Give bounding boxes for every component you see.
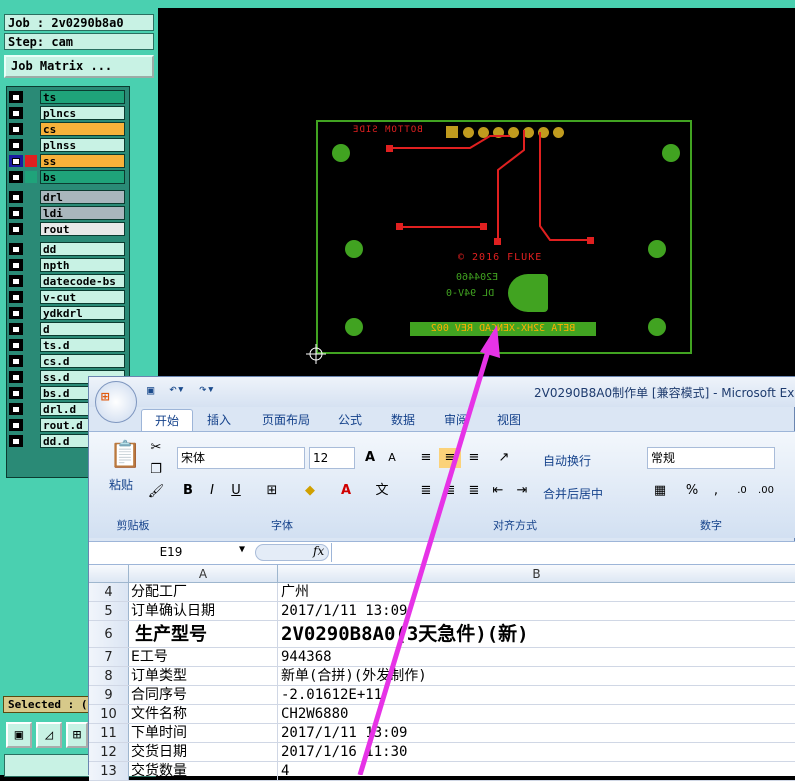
annotation-arrow [357,325,500,775]
arrow-head [480,325,500,358]
arrow-line [357,337,495,775]
